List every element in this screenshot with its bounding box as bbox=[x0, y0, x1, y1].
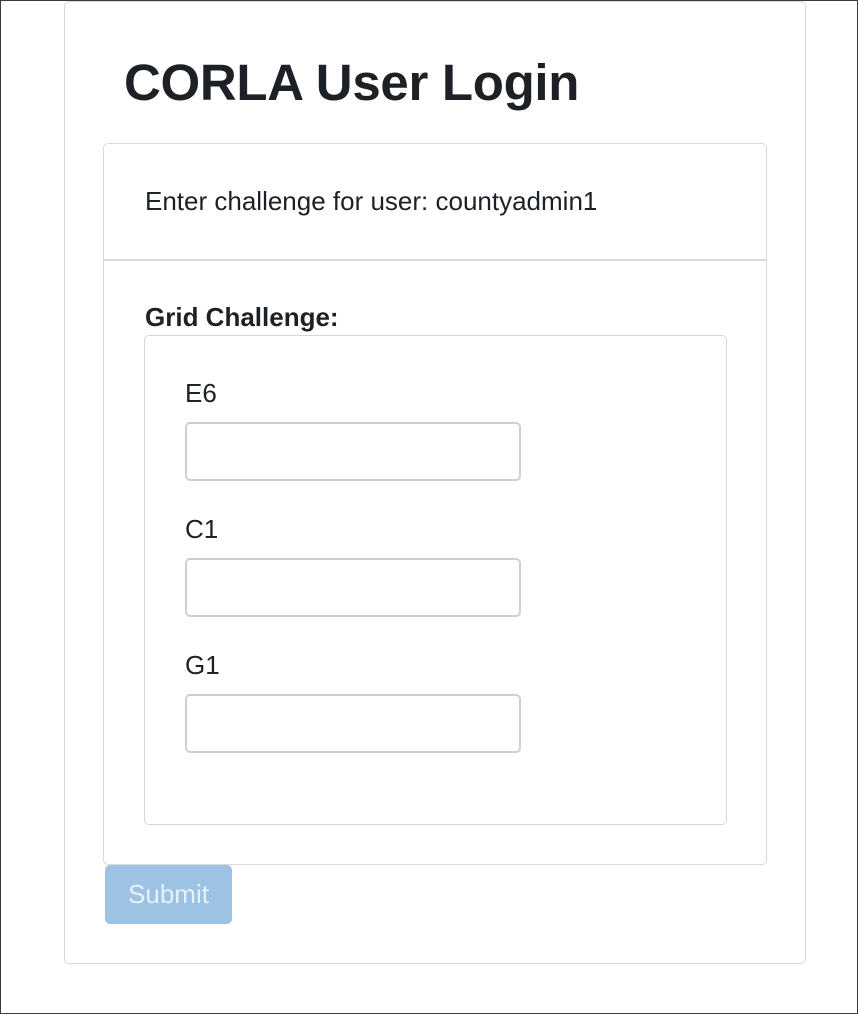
grid-challenge-heading: Grid Challenge: bbox=[145, 302, 339, 332]
field-label-g1: G1 bbox=[185, 650, 220, 680]
submit-button[interactable]: Submit bbox=[105, 865, 232, 924]
challenge-input-g1[interactable] bbox=[185, 694, 521, 753]
challenge-input-e6[interactable] bbox=[185, 422, 521, 481]
user-challenge-prompt: Enter challenge for user: countyadmin1 bbox=[145, 186, 598, 216]
field-label-e6: E6 bbox=[185, 378, 217, 408]
challenge-input-c1[interactable] bbox=[185, 558, 521, 617]
field-label-c1: C1 bbox=[185, 514, 219, 544]
page-title: CORLA User Login bbox=[124, 54, 580, 111]
